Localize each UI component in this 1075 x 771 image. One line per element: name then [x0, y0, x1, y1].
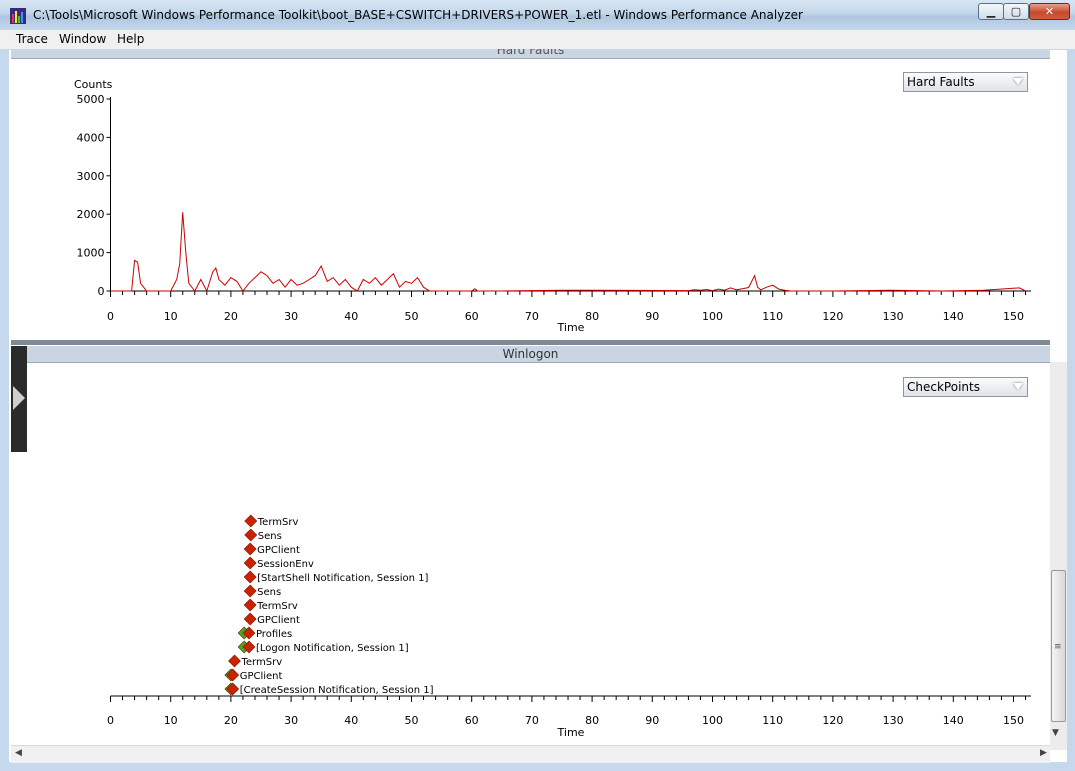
menu-trace[interactable]: Trace — [16, 32, 48, 46]
x-tick-label: 80 — [585, 310, 599, 323]
x-tick-label: 50 — [405, 714, 419, 727]
x-tick-label: 70 — [525, 714, 539, 727]
close-button[interactable]: ✕ — [1029, 3, 1070, 20]
scroll-right-arrow-icon[interactable]: ▶ — [1040, 748, 1047, 758]
x-tick-label: 10 — [164, 714, 178, 727]
wpa-app-icon — [10, 8, 26, 24]
checkpoint-label: GPClient — [257, 545, 300, 556]
checkpoint-marker — [243, 556, 257, 570]
checkpoint-label: [CreateSession Notification, Session 1] — [240, 685, 434, 696]
y-tick-label: 5000 — [77, 93, 105, 106]
x-tick-label: 40 — [344, 714, 358, 727]
window-frame-right — [1067, 49, 1075, 771]
x-tick-label: 130 — [883, 310, 904, 323]
y-tick-label: 0 — [98, 285, 105, 298]
window-frame-left — [0, 49, 9, 771]
checkpoint-marker — [244, 514, 258, 528]
x-tick-label: 150 — [1003, 714, 1024, 727]
checkpoint-label: TermSrv — [256, 601, 298, 612]
checkpoint-marker — [243, 584, 257, 598]
y-tick-label: 2000 — [77, 208, 105, 221]
x-tick-label: 70 — [525, 310, 539, 323]
hard-faults-series-line — [110, 212, 1026, 293]
x-tick-label: 40 — [344, 310, 358, 323]
menu-window[interactable]: Window — [59, 32, 106, 46]
checkpoint-marker — [243, 570, 257, 584]
y-tick-label: 4000 — [77, 131, 105, 144]
scroll-down-arrow-icon[interactable]: ▼ — [1052, 728, 1059, 738]
window-title: C:\Tools\Microsoft Windows Performance T… — [33, 8, 803, 22]
x-tick-label: 0 — [107, 310, 114, 323]
x-tick-label: 120 — [822, 310, 843, 323]
x-tick-label: 60 — [465, 310, 479, 323]
x-tick-label: 30 — [284, 310, 298, 323]
checkpoint-label: TermSrv — [241, 657, 283, 668]
checkpoint-label: [StartShell Notification, Session 1] — [257, 573, 428, 584]
x-axis-label: Time — [557, 726, 585, 739]
checkpoint-marker — [244, 528, 258, 542]
x-tick-label: 140 — [943, 714, 964, 727]
x-tick-label: 20 — [224, 310, 238, 323]
x-tick-label: 90 — [645, 310, 659, 323]
scroll-left-arrow-icon[interactable]: ◀ — [15, 748, 22, 758]
x-tick-label: 20 — [224, 714, 238, 727]
checkpoint-label: Sens — [258, 531, 282, 542]
checkpoint-label: [Logon Notification, Session 1] — [256, 643, 409, 654]
checkpoint-label: Sens — [257, 587, 281, 598]
window-frame-bottom — [0, 762, 1075, 771]
checkpoint-marker — [243, 542, 257, 556]
x-tick-label: 10 — [164, 310, 178, 323]
x-tick-label: 130 — [883, 714, 904, 727]
menu-bar — [0, 30, 1075, 50]
checkpoint-label: GPClient — [257, 615, 300, 626]
x-tick-label: 120 — [822, 714, 843, 727]
x-tick-label: 110 — [762, 310, 783, 323]
x-tick-label: 90 — [645, 714, 659, 727]
hard-faults-chart: Counts 5000 4000 3000 2000 1000 00 10 20 30 40 50 60… — [74, 78, 1031, 334]
horizontal-scrollbar[interactable] — [11, 745, 1050, 763]
y-tick-label: 3000 — [77, 170, 105, 183]
x-tick-label: 80 — [585, 714, 599, 727]
checkpoint-label: Profiles — [256, 629, 292, 640]
menu-help[interactable]: Help — [117, 32, 144, 46]
winlogon-header: Winlogon — [11, 346, 1050, 363]
y-tick-label: 1000 — [77, 247, 105, 260]
x-tick-label: 100 — [702, 714, 723, 727]
checkpoint-marker — [243, 612, 257, 626]
x-tick-label: 110 — [762, 714, 783, 727]
checkpoint-marker — [226, 668, 240, 682]
checkpoint-label: SessionEnv — [257, 559, 314, 570]
checkpoint-label: GPClient — [240, 671, 283, 682]
x-tick-label: 100 — [702, 310, 723, 323]
x-tick-label: 150 — [1003, 310, 1024, 323]
x-tick-label: 60 — [465, 714, 479, 727]
checkpoint-marker — [243, 598, 257, 612]
winlogon-chart: 0 10 20 30 40 50 60 70 80 90 100 110 120 130 140 150 Tim… — [107, 514, 1031, 739]
maximize-button[interactable]: ▢ — [1003, 3, 1029, 20]
checkpoint-label: TermSrv — [257, 517, 299, 528]
x-axis-label: Time — [557, 321, 585, 334]
x-tick-label: 50 — [405, 310, 419, 323]
grip-icon: ≡ — [1054, 642, 1062, 652]
x-tick-label: 0 — [107, 714, 114, 727]
x-tick-label: 140 — [943, 310, 964, 323]
minimize-button[interactable]: ▁ — [978, 3, 1004, 20]
y-axis-label: Counts — [74, 78, 113, 91]
panel-splitter[interactable] — [11, 340, 1050, 345]
checkpoint-marker — [226, 682, 240, 696]
x-tick-label: 30 — [284, 714, 298, 727]
checkpoint-marker — [228, 654, 241, 668]
